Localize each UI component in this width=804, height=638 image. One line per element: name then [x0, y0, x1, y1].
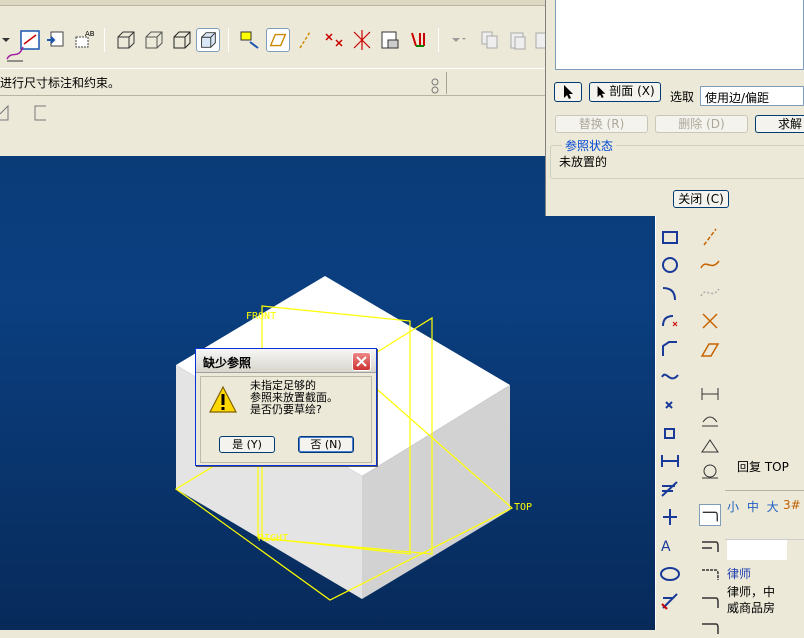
chamfer-icon[interactable] [659, 338, 681, 360]
select-label: 选取 [670, 90, 695, 104]
svg-text:AB: AB [85, 30, 95, 38]
circle-icon[interactable] [659, 254, 681, 276]
ad-title[interactable]: 律师 [727, 565, 751, 582]
dialog-message-line3: 是否仍要草绘? [250, 403, 322, 416]
analysis-icon[interactable] [406, 28, 430, 52]
sketch-point-icon[interactable] [659, 394, 681, 416]
number-mark: 3# [783, 498, 801, 512]
font-size-links[interactable]: 小 中 大 [727, 498, 781, 515]
modify-icon[interactable] [659, 478, 681, 500]
info-divider [725, 490, 804, 491]
dialog-title: 缺少参照 [203, 356, 252, 370]
ad-box [727, 540, 787, 560]
offset2-icon[interactable] [699, 562, 721, 584]
yes-button[interactable]: 是 (Y) [219, 436, 275, 453]
select-arrow-button[interactable] [554, 82, 582, 102]
solve-button[interactable]: 求解 [755, 115, 804, 133]
coordinate-icon[interactable] [350, 28, 374, 52]
camera-icon[interactable] [378, 28, 402, 52]
thicken-icon[interactable] [699, 338, 721, 360]
spline-icon[interactable] [659, 366, 681, 388]
info-row [725, 518, 804, 540]
dimension-icon[interactable] [659, 450, 681, 472]
no-button[interactable]: 否 (N) [298, 436, 354, 453]
wireframe-icon[interactable] [114, 28, 138, 52]
message-scroll-icon[interactable] [428, 76, 442, 96]
curve-icon[interactable] [699, 254, 721, 276]
toolbar-separator [228, 28, 229, 52]
section-button-label: 剖面 (X) [609, 84, 655, 98]
replace-button[interactable]: 替换 (R) [555, 115, 648, 133]
menu-bar[interactable] [0, 0, 548, 6]
delete-button[interactable]: 删除 (D) [655, 115, 748, 133]
mirror-icon[interactable] [699, 504, 721, 526]
reference-status-value: 未放置的 [559, 155, 608, 169]
right-label: RIGHT [258, 533, 288, 544]
circle-dim-icon[interactable] [699, 460, 721, 482]
sketch-tool-icon[interactable] [4, 42, 26, 64]
palette-icon[interactable] [659, 562, 681, 584]
close-button[interactable]: 关闭 (C) [673, 190, 729, 208]
no-hidden-icon[interactable] [170, 28, 194, 52]
import-icon[interactable] [44, 28, 68, 52]
warning-icon [209, 385, 237, 413]
paste-icon [510, 32, 526, 50]
point-icon[interactable] [322, 28, 346, 52]
select-dropdown[interactable]: 使用边/偏距 [700, 86, 804, 106]
offset-edge-icon[interactable] [659, 422, 681, 444]
datum-display-icon[interactable] [238, 28, 262, 52]
toolbar-separator [438, 28, 439, 52]
datum-plane-icon[interactable] [266, 28, 290, 52]
ad-line1: 律师，中 [727, 585, 776, 599]
text-icon[interactable]: A [659, 534, 681, 556]
triangle-dim-icon[interactable] [699, 434, 721, 456]
axis-icon[interactable] [294, 28, 318, 52]
cursor-arrow-icon [564, 85, 573, 99]
cursor-arrow-icon [597, 86, 606, 98]
svg-text:A: A [661, 539, 671, 555]
dialog-close-button[interactable] [352, 352, 371, 371]
copy-icon [481, 31, 498, 49]
constraint-icon[interactable] [659, 506, 681, 528]
shading-icon[interactable] [196, 28, 220, 52]
reply-text[interactable]: 回复 TOP [737, 458, 789, 475]
close-icon [356, 356, 367, 367]
sketch-toolbar: A [655, 216, 725, 634]
offset-icon[interactable] [699, 534, 721, 556]
message-separator [446, 72, 447, 94]
dialog-message: 未指定足够的 参照来放置截面。 是否仍要草绘? [250, 380, 338, 416]
bracket-icon[interactable] [32, 104, 48, 122]
arc-dim-icon[interactable] [699, 408, 721, 430]
offset4-icon[interactable] [699, 616, 721, 638]
dropdown-arrow-icon[interactable] [444, 28, 468, 52]
reference-status-title: 参照状态 [562, 137, 617, 154]
toolbar-row: AB [0, 14, 548, 52]
top-label: TOP [514, 502, 532, 513]
sketch-shape-icon[interactable] [0, 104, 14, 122]
ad-line2: 威商品房 [727, 601, 776, 615]
rectangle-icon[interactable] [659, 226, 681, 248]
toolbar-separator [104, 28, 105, 52]
fillet-icon[interactable] [659, 310, 681, 332]
horizontal-dim-icon[interactable] [699, 382, 721, 404]
section-button[interactable]: 剖面 (X) [589, 82, 661, 102]
missing-reference-dialog: 缺少参照 未指定足够的 参照来放置截面。 是否仍要草绘? 是 (Y) 否 (N) [195, 348, 377, 466]
front-label: FRONT [246, 311, 276, 322]
offset3-icon[interactable] [699, 590, 721, 612]
intersection-icon[interactable] [699, 310, 721, 332]
text-ab-icon[interactable]: AB [72, 28, 96, 52]
arc-icon[interactable] [659, 282, 681, 304]
trim-icon[interactable] [659, 590, 681, 612]
construction-curve-icon [700, 288, 720, 297]
centerline-icon[interactable] [699, 226, 721, 248]
references-list[interactable] [555, 0, 804, 70]
status-message: 进行尺寸标注和约束。 [0, 76, 121, 90]
hidden-line-icon[interactable] [142, 28, 166, 52]
